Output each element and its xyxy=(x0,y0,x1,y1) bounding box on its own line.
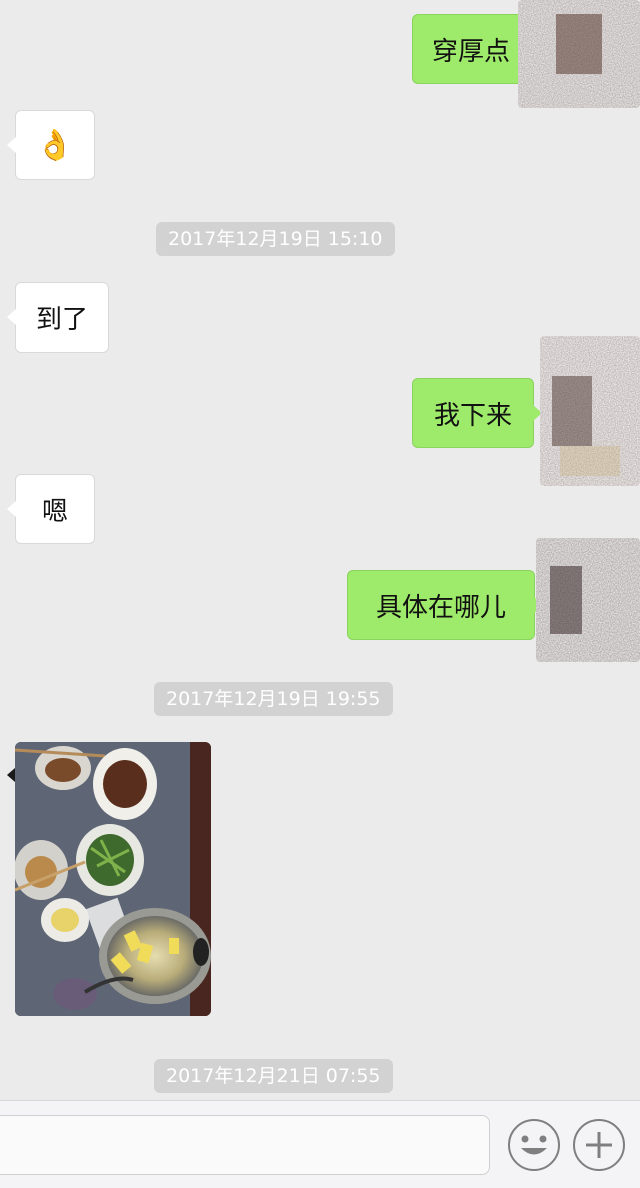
emoji-face-icon xyxy=(521,1135,547,1155)
message-text: 嗯 xyxy=(41,496,68,527)
chat-area[interactable]: 穿厚点 👌 2017年12月19日 15:10 到了 我下来 嗯 具体在哪儿 2… xyxy=(0,0,640,1100)
photo-bubble-tail xyxy=(7,768,15,782)
ok-hand-emoji-icon: 👌 xyxy=(36,127,74,163)
message-text: 穿厚点 xyxy=(431,36,510,67)
avatar-self[interactable] xyxy=(536,538,640,662)
message-text: 具体在哪儿 xyxy=(375,592,506,623)
plus-icon xyxy=(586,1132,612,1158)
dinner-photo-image xyxy=(15,742,211,1016)
message-bubble-sent[interactable]: 具体在哪儿 xyxy=(347,570,543,640)
message-bubble-received[interactable]: 👌 xyxy=(7,110,95,180)
message-text: 到了 xyxy=(35,305,88,335)
avatar-self[interactable] xyxy=(540,336,640,486)
emoji-button[interactable] xyxy=(508,1119,560,1171)
message-bubble-received[interactable]: 到了 xyxy=(7,282,109,353)
message-text: 我下来 xyxy=(433,400,512,431)
input-bar xyxy=(0,1100,640,1188)
message-bubble-sent[interactable]: 我下来 xyxy=(412,378,542,448)
message-bubble-sent[interactable]: 穿厚点 xyxy=(412,14,538,84)
message-bubble-received[interactable]: 嗯 xyxy=(7,474,95,544)
add-button[interactable] xyxy=(573,1119,625,1171)
timestamp: 2017年12月19日 19:55 xyxy=(154,682,393,716)
message-input[interactable] xyxy=(0,1115,490,1175)
timestamp: 2017年12月21日 07:55 xyxy=(154,1059,393,1093)
avatar-self[interactable] xyxy=(518,0,640,108)
message-photo[interactable] xyxy=(15,742,211,1016)
timestamp: 2017年12月19日 15:10 xyxy=(156,222,395,256)
